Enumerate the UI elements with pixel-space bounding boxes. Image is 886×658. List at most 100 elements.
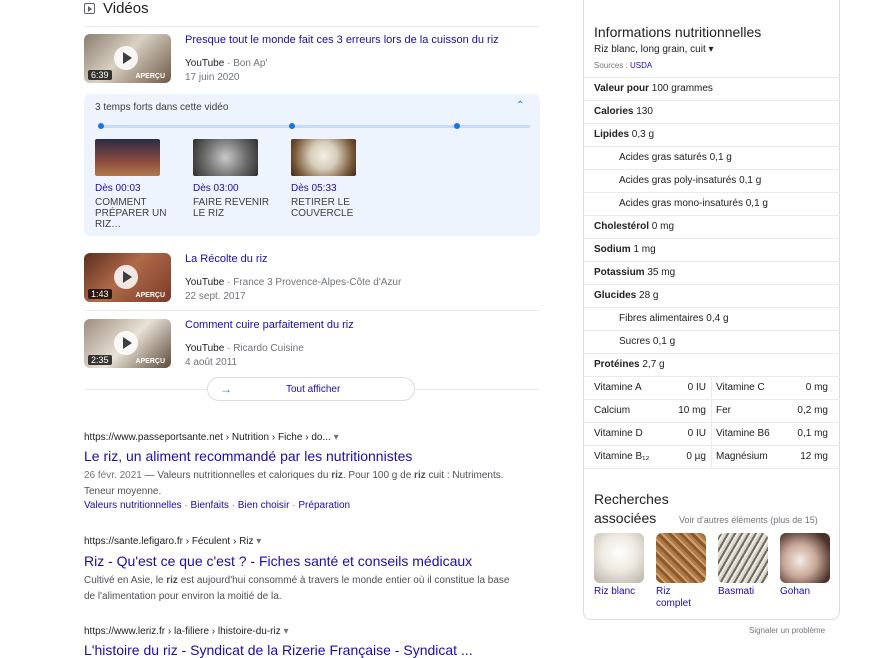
timeline-marker[interactable] xyxy=(98,123,104,129)
vitamin-value: 0 IU xyxy=(687,428,706,439)
caret-down-icon: ▾ xyxy=(708,44,714,55)
highlight-time-1[interactable]: Dès 00:03 xyxy=(95,183,141,194)
chevron-up-icon[interactable]: ⌃ xyxy=(516,100,524,111)
nutrition-row: Lipides 0,3 g xyxy=(583,123,840,146)
result-snippet-1: 26 févr. 2021 — Valeurs nutritionnelles … xyxy=(84,470,504,497)
video-date-3: 4 août 2011 xyxy=(185,357,238,368)
nutrient-value: 0,3 g xyxy=(631,129,655,140)
sources-label: Sources : xyxy=(594,61,628,70)
video-date-2: 22 sept. 2017 xyxy=(185,291,246,302)
vitamin-name: Vitamine A xyxy=(594,382,642,393)
highlight-thumbnail-3[interactable] xyxy=(291,139,356,176)
nutrition-row: Glucides 28 g xyxy=(583,284,840,307)
nutrition-row-text: Potassium 35 mg xyxy=(594,262,675,284)
video-thumbnail-3[interactable]: 2:35 APERÇU xyxy=(84,319,171,368)
result-title-3[interactable]: L'histoire du riz - Syndicat de la Rizer… xyxy=(84,642,473,658)
result-snippet-2-line1: Cultivé en Asie, le riz est aujourd'hui … xyxy=(84,575,510,586)
nutrition-row-text: Lipides 0,3 g xyxy=(594,124,654,146)
nutrition-row: Valeur pour 100 grammes xyxy=(583,77,840,100)
nutrition-row: Cholestérol 0 mg xyxy=(583,215,840,238)
highlights-timeline xyxy=(100,125,530,128)
result-title-2[interactable]: Riz - Qu'est ce que c'est ? - Fiches san… xyxy=(84,553,472,569)
preview-label: APERÇU xyxy=(135,292,165,299)
vitamin-name: Vitamine B₁₂ xyxy=(594,451,650,462)
caret-down-icon[interactable]: ▾ xyxy=(284,626,289,637)
highlight-label-3: RETIRER LE COUVERCLE xyxy=(291,197,354,219)
videos-section-title: Vidéos xyxy=(84,0,149,17)
nutrition-row-text: Acides gras mono-insaturés 0,1 g xyxy=(619,193,768,215)
video-title-3[interactable]: Comment cuire parfaitement du riz xyxy=(185,319,354,331)
nutrition-row-text: Sodium 1 mg xyxy=(594,239,656,261)
show-all-button[interactable]: → Tout afficher xyxy=(207,377,415,401)
video-source: YouTube xyxy=(185,277,225,288)
caret-down-icon[interactable]: ▾ xyxy=(256,536,261,547)
result-url-1[interactable]: https://www.passeportsante.net › Nutriti… xyxy=(84,432,339,443)
sitelink[interactable]: Préparation xyxy=(298,500,350,511)
caret-down-icon[interactable]: ▾ xyxy=(334,432,339,443)
vitamin-value: 0,1 mg xyxy=(797,428,828,439)
related-image-riz-blanc[interactable] xyxy=(594,533,644,583)
nutrition-row: Fibres alimentaires 0,4 g xyxy=(583,307,840,330)
vitamin-value: 0 mg xyxy=(805,382,828,393)
related-label-basmati[interactable]: Basmati xyxy=(718,586,754,598)
preview-label: APERÇU xyxy=(135,73,165,80)
nutrition-row-text: Fibres alimentaires 0,4 g xyxy=(619,308,729,330)
nutrition-row: Sucres 0,1 g xyxy=(583,330,840,353)
related-label-gohan[interactable]: Gohan xyxy=(780,586,810,598)
source-link[interactable]: USDA xyxy=(630,61,652,70)
related-label-riz-complet[interactable]: Riz complet xyxy=(656,586,696,610)
highlight-thumbnail-2[interactable] xyxy=(193,139,258,176)
vitamin-name: Calcium xyxy=(594,405,631,416)
food-selector-value: Riz blanc, long grain, cuit xyxy=(594,44,706,55)
video-source: YouTube xyxy=(185,343,225,354)
result-url-3[interactable]: https://www.leriz.fr › la-filiere › lhis… xyxy=(84,626,289,637)
nutrient-subname: Acides gras poly-insaturés xyxy=(619,175,737,186)
related-image-gohan[interactable] xyxy=(780,533,830,583)
video-meta-3: YouTube · Ricardo Cuisine xyxy=(185,343,304,354)
sitelink[interactable]: Bienfaits xyxy=(191,500,229,511)
result-snippet-2-line2: de l'alimentation pour environ la moitié… xyxy=(84,591,282,602)
divider xyxy=(84,310,540,311)
related-label-riz-blanc[interactable]: Riz blanc xyxy=(594,586,635,598)
sitelink[interactable]: Valeurs nutritionnelles xyxy=(84,500,182,511)
related-image-basmati[interactable] xyxy=(718,533,768,583)
highlight-time-2[interactable]: Dès 03:00 xyxy=(193,183,239,194)
video-title-1[interactable]: Presque tout le monde fait ces 3 erreurs… xyxy=(185,34,499,46)
preview-label: APERÇU xyxy=(135,358,165,365)
show-all-label: Tout afficher xyxy=(286,384,341,395)
highlight-thumbnail-1[interactable] xyxy=(95,139,160,176)
related-image-riz-complet[interactable] xyxy=(656,533,706,583)
video-title-2[interactable]: La Récolte du riz xyxy=(185,253,268,265)
timeline-marker[interactable] xyxy=(289,123,295,129)
video-channel: Ricardo Cuisine xyxy=(233,343,304,354)
report-problem-link[interactable]: Signaler un problème xyxy=(749,626,825,635)
nutrient-subname: Fibres alimentaires xyxy=(619,313,704,324)
nutrient-subname: Sucres xyxy=(619,336,651,347)
nutrient-value: 100 grammes xyxy=(651,83,713,94)
food-selector[interactable]: Riz blanc, long grain, cuit ▾ xyxy=(594,44,714,55)
arrow-right-icon: → xyxy=(220,382,232,396)
result-url-2[interactable]: https://sante.lefigaro.fr › Féculent › R… xyxy=(84,536,261,547)
nutrition-row-text: Valeur pour 100 grammes xyxy=(594,78,713,100)
video-meta-2: YouTube · France 3 Provence-Alpes-Côte d… xyxy=(185,277,402,288)
video-thumbnail-2[interactable]: 1:43 APERÇU xyxy=(84,253,171,302)
nutrition-row-text: Calories 130 xyxy=(594,101,653,123)
nutrition-row: Sodium 1 mg xyxy=(583,238,840,261)
vitamin-name: Vitamine B6 xyxy=(716,428,770,439)
related-more-link[interactable]: Voir d'autres éléments (plus de 15) xyxy=(679,515,818,525)
nutrient-name: Calories xyxy=(594,106,634,117)
nutrition-row-text: Sucres 0,1 g xyxy=(619,331,675,353)
video-thumbnail-1[interactable]: 6:39 APERÇU xyxy=(84,34,171,83)
sitelink[interactable]: Bien choisir xyxy=(238,500,290,511)
vitamin-column-divider xyxy=(711,376,712,468)
nutrient-name: Potassium xyxy=(594,267,645,278)
nutrient-subname: Acides gras mono-insaturés xyxy=(619,198,743,209)
play-icon xyxy=(114,265,138,289)
vitamin-value: 0 IU xyxy=(687,382,706,393)
vitamin-name: Vitamine C xyxy=(716,382,765,393)
nutrient-value: 0,1 g xyxy=(745,198,768,209)
highlight-time-3[interactable]: Dès 05:33 xyxy=(291,183,337,194)
timeline-marker[interactable] xyxy=(454,123,460,129)
nutrient-value: 2,7 g xyxy=(642,359,665,370)
result-title-1[interactable]: Le riz, un aliment recommandé par les nu… xyxy=(84,448,412,464)
